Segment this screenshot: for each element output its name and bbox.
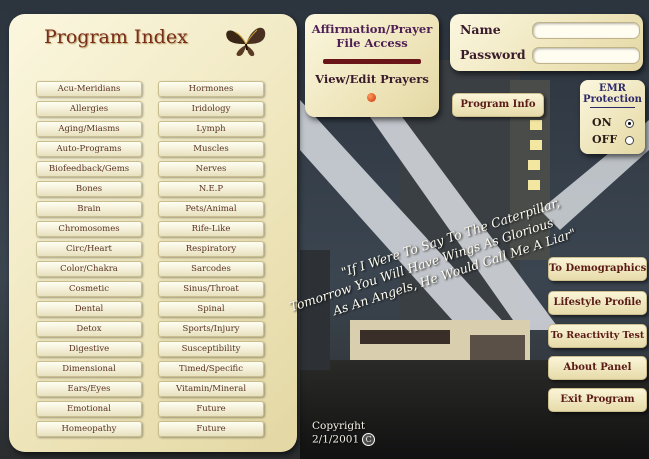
program-button-dimensional[interactable]: Dimensional: [36, 361, 142, 377]
affirmation-panel: Affirmation/Prayer File Access View/Edit…: [305, 14, 439, 117]
copyright-icon: C: [362, 433, 376, 446]
program-button-rife-like[interactable]: Rife-Like: [158, 221, 264, 237]
butterfly-icon: [226, 27, 266, 57]
program-button-future-2[interactable]: Future: [158, 421, 264, 437]
program-button-pets-animal[interactable]: Pets/Animal: [158, 201, 264, 217]
program-button-hormones[interactable]: Hormones: [158, 81, 264, 97]
program-button-aging-miasms[interactable]: Aging/Miasms: [36, 121, 142, 137]
program-button-spinal[interactable]: Spinal: [158, 301, 264, 317]
emr-on-label: ON: [592, 116, 612, 129]
program-button-sarcodes[interactable]: Sarcodes: [158, 261, 264, 277]
program-button-auto-programs[interactable]: Auto-Programs: [36, 141, 142, 157]
emr-on-radio[interactable]: [625, 119, 634, 128]
program-button-timed-specific[interactable]: Timed/Specific: [158, 361, 264, 377]
program-button-future-1[interactable]: Future: [158, 401, 264, 417]
affirmation-title-line1: Affirmation/Prayer: [311, 22, 433, 36]
copyright-line1: Copyright: [312, 420, 366, 432]
about-panel-button[interactable]: About Panel: [548, 356, 647, 380]
login-panel: Name Password: [450, 14, 643, 71]
program-button-biofeedback-gems[interactable]: Biofeedback/Gems: [36, 161, 142, 177]
emr-title-line2: Protection: [583, 94, 642, 105]
emr-title-line1: EMR: [598, 83, 626, 94]
copyright-date: 2/1/2001: [312, 433, 360, 446]
program-button-cosmetic[interactable]: Cosmetic: [36, 281, 142, 297]
program-button-nerves[interactable]: Nerves: [158, 161, 264, 177]
program-button-chromosomes[interactable]: Chromosomes: [36, 221, 142, 237]
emr-title: EMR Protection: [580, 83, 645, 105]
to-reactivity-test-button[interactable]: To Reactivity Test: [548, 324, 647, 348]
program-button-susceptibility[interactable]: Susceptibility: [158, 341, 264, 357]
program-button-color-chakra[interactable]: Color/Chakra: [36, 261, 142, 277]
name-label: Name: [460, 22, 501, 37]
program-button-muscles[interactable]: Muscles: [158, 141, 264, 157]
program-button-vitamin-mineral[interactable]: Vitamin/Mineral: [158, 381, 264, 397]
program-index-panel: Program Index Acu-Meridians Allergies Ag…: [9, 14, 297, 452]
name-field[interactable]: [532, 22, 640, 39]
program-button-circ-heart[interactable]: Circ/Heart: [36, 241, 142, 257]
copyright-notice: Copyright 2/1/2001 C: [312, 420, 376, 447]
emr-protection-panel: EMR Protection ON OFF: [580, 80, 645, 154]
affirmation-divider: [323, 59, 421, 64]
program-button-digestive[interactable]: Digestive: [36, 341, 142, 357]
password-label: Password: [460, 47, 526, 62]
program-button-nep[interactable]: N.E.P: [158, 181, 264, 197]
program-button-sports-injury[interactable]: Sports/Injury: [158, 321, 264, 337]
program-button-lymph[interactable]: Lymph: [158, 121, 264, 137]
program-index-title: Program Index: [44, 26, 188, 48]
program-button-allergies[interactable]: Allergies: [36, 101, 142, 117]
program-button-emotional[interactable]: Emotional: [36, 401, 142, 417]
password-field[interactable]: [532, 47, 640, 64]
program-button-brain[interactable]: Brain: [36, 201, 142, 217]
affirmation-title[interactable]: Affirmation/Prayer File Access: [305, 22, 439, 50]
copyright-line2: 2/1/2001 C: [312, 433, 376, 447]
emr-off-radio[interactable]: [625, 136, 634, 145]
view-edit-prayers-link[interactable]: View/Edit Prayers: [305, 72, 439, 86]
affirmation-title-line2: File Access: [336, 36, 408, 50]
to-demographics-button[interactable]: To Demographics: [548, 257, 647, 281]
program-button-bones[interactable]: Bones: [36, 181, 142, 197]
emr-divider: [590, 107, 635, 108]
program-button-ears-eyes[interactable]: Ears/Eyes: [36, 381, 142, 397]
emr-off-label: OFF: [592, 133, 618, 146]
program-button-respiratory[interactable]: Respiratory: [158, 241, 264, 257]
program-button-homeopathy[interactable]: Homeopathy: [36, 421, 142, 437]
lifestyle-profile-button[interactable]: Lifestyle Profile: [548, 291, 647, 315]
exit-program-button[interactable]: Exit Program: [548, 388, 647, 412]
program-button-dental[interactable]: Dental: [36, 301, 142, 317]
view-edit-prayers-button[interactable]: [367, 93, 376, 102]
program-button-acu-meridians[interactable]: Acu-Meridians: [36, 81, 142, 97]
program-button-iridology[interactable]: Iridology: [158, 101, 264, 117]
program-button-sinus-throat[interactable]: Sinus/Throat: [158, 281, 264, 297]
program-info-button[interactable]: Program Info: [452, 93, 544, 117]
program-button-detox[interactable]: Detox: [36, 321, 142, 337]
